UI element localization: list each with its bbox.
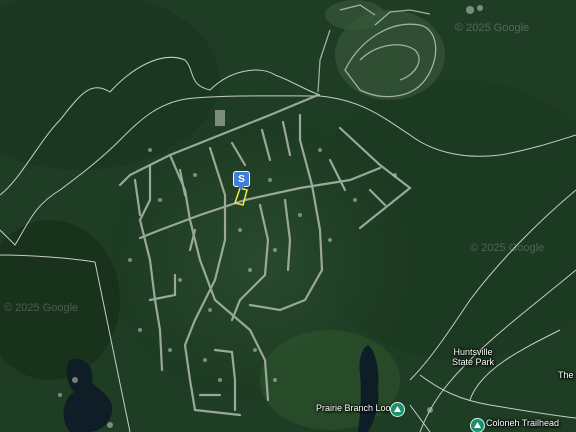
- coloneh-trailhead-label[interactable]: Coloneh Trailhead: [486, 418, 559, 428]
- parcel-outline[interactable]: [234, 187, 250, 207]
- edge-place-label: The: [558, 370, 574, 380]
- prairie-branch-loop-label[interactable]: Prairie Branch Loop: [316, 403, 396, 413]
- park-label-line: State Park: [452, 357, 495, 367]
- map-watermark: © 2025 Google: [455, 22, 530, 34]
- map-imagery: [0, 0, 576, 432]
- satellite-map[interactable]: © 2025 Google © 2025 Google © 2025 Googl…: [0, 0, 576, 432]
- hiking-trail-icon[interactable]: [470, 418, 485, 432]
- pin-label: S: [238, 173, 245, 185]
- map-watermark: © 2025 Google: [4, 302, 79, 314]
- park-label[interactable]: Huntsville State Park: [452, 347, 494, 367]
- pin-pointer: [237, 185, 245, 190]
- park-label-line: Huntsville: [453, 347, 493, 357]
- hiking-trail-icon[interactable]: [390, 402, 405, 417]
- map-watermark: © 2025 Google: [470, 242, 545, 254]
